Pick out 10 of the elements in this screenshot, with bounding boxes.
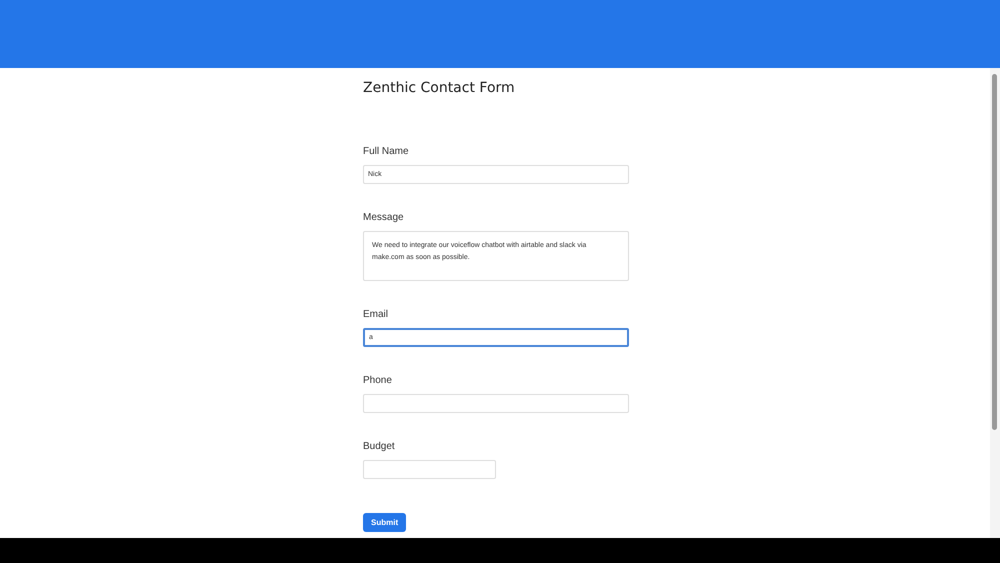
submit-button[interactable]: Submit <box>363 513 406 532</box>
form-title: Zenthic Contact Form <box>363 80 516 96</box>
field-label: Budget <box>363 441 396 452</box>
field-label: Message <box>363 212 405 223</box>
field-label: Full Name <box>363 146 410 157</box>
field-label: Email <box>363 309 390 320</box>
field-label: Phone <box>363 375 393 386</box>
input-field[interactable] <box>363 460 496 479</box>
input-field[interactable] <box>363 394 629 413</box>
scrollbar[interactable] <box>990 68 1000 538</box>
